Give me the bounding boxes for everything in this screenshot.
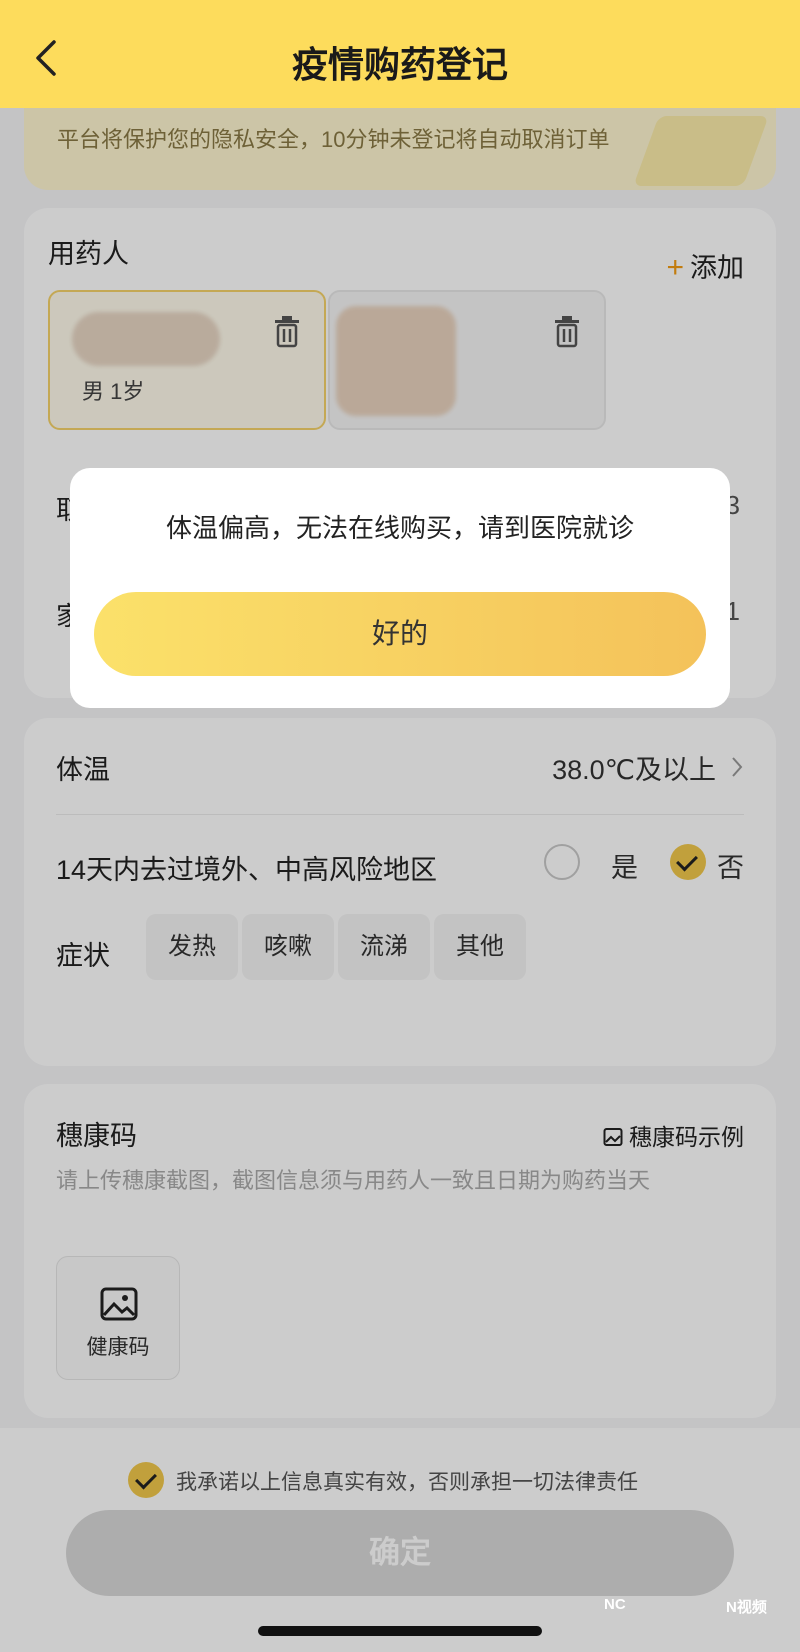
watermark-left: NC bbox=[604, 1596, 626, 1613]
ok-button[interactable]: 好的 bbox=[94, 592, 706, 676]
alert-message: 体温偏高，无法在线购买，请到医院就诊 bbox=[165, 513, 634, 543]
home-indicator bbox=[258, 1626, 542, 1636]
alert-dialog: 体温偏高，无法在线购买，请到医院就诊 好的 bbox=[70, 468, 730, 708]
top-bar: 疫情购药登记 bbox=[0, 0, 800, 108]
modal-overlay bbox=[0, 108, 800, 1652]
watermark-right: N视频 bbox=[726, 1599, 767, 1616]
page-title: 疫情购药登记 bbox=[291, 44, 508, 85]
